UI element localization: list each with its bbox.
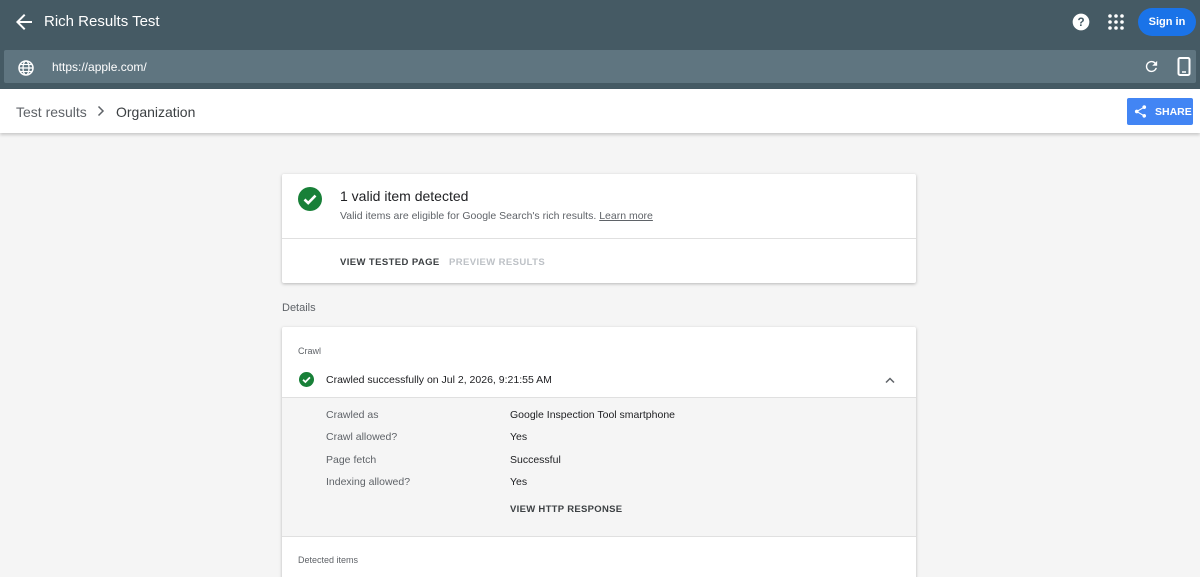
view-http-response-button[interactable]: VIEW HTTP RESPONSE bbox=[510, 504, 622, 515]
indexing-allowed-label: Indexing allowed? bbox=[326, 476, 411, 488]
details-label: Details bbox=[282, 302, 316, 314]
summary-subtitle: Valid items are eligible for Google Sear… bbox=[340, 210, 653, 222]
breadcrumb-current: Organization bbox=[116, 104, 196, 120]
summary-card: 1 valid item detected Valid items are el… bbox=[282, 174, 916, 283]
share-icon bbox=[1134, 105, 1147, 118]
crawl-allowed-label: Crawl allowed? bbox=[326, 431, 398, 443]
learn-more-link[interactable]: Learn more bbox=[599, 210, 653, 222]
crawl-details-panel: Crawled as Google Inspection Tool smartp… bbox=[282, 397, 916, 537]
svg-text:?: ? bbox=[1077, 16, 1084, 29]
page-fetch-value: Successful bbox=[510, 454, 561, 466]
crawled-as-label: Crawled as bbox=[326, 409, 379, 421]
apps-grid-icon[interactable] bbox=[1106, 12, 1126, 32]
refresh-icon[interactable] bbox=[1143, 58, 1160, 75]
indexing-allowed-value: Yes bbox=[510, 476, 528, 488]
summary-subtitle-text: Valid items are eligible for Google Sear… bbox=[340, 210, 597, 222]
check-circle-icon bbox=[298, 187, 322, 211]
help-icon[interactable]: ? bbox=[1071, 12, 1091, 32]
back-arrow-icon[interactable] bbox=[12, 10, 36, 34]
view-tested-page-button[interactable]: VIEW TESTED PAGE bbox=[340, 257, 440, 268]
divider bbox=[282, 238, 916, 239]
url-bar: https://apple.com/ bbox=[0, 44, 1200, 89]
url-field[interactable] bbox=[4, 50, 1196, 83]
crawl-summary-row[interactable]: Crawled successfully on Jul 2, 2026, 9:2… bbox=[282, 367, 916, 397]
sign-in-button[interactable]: Sign in bbox=[1138, 8, 1196, 36]
detected-items-heading: Detected items bbox=[298, 555, 359, 565]
chevron-up-icon[interactable] bbox=[885, 376, 895, 384]
url-text[interactable]: https://apple.com/ bbox=[52, 60, 147, 74]
page-fetch-label: Page fetch bbox=[326, 454, 377, 466]
breadcrumb: Test results Organization SHARE bbox=[0, 89, 1200, 133]
details-card: Crawl Crawled successfully on Jul 2, 202… bbox=[282, 327, 916, 577]
crawl-status: Crawled successfully on Jul 2, 2026, 9:2… bbox=[326, 374, 552, 386]
app-title: Rich Results Test bbox=[44, 13, 160, 30]
crawl-heading: Crawl bbox=[298, 346, 322, 356]
check-circle-icon bbox=[299, 372, 314, 387]
summary-title: 1 valid item detected bbox=[340, 188, 469, 204]
app-header: Rich Results Test ? Sign in bbox=[0, 0, 1200, 44]
share-button[interactable]: SHARE bbox=[1127, 98, 1193, 125]
breadcrumb-test-results[interactable]: Test results bbox=[16, 104, 87, 120]
share-label: SHARE bbox=[1155, 106, 1192, 118]
smartphone-icon[interactable] bbox=[1177, 57, 1191, 76]
globe-icon bbox=[18, 60, 34, 76]
crawled-as-value: Google Inspection Tool smartphone bbox=[510, 409, 675, 421]
chevron-right-icon bbox=[97, 105, 105, 117]
preview-results-button: PREVIEW RESULTS bbox=[449, 257, 546, 268]
crawl-allowed-value: Yes bbox=[510, 431, 528, 443]
